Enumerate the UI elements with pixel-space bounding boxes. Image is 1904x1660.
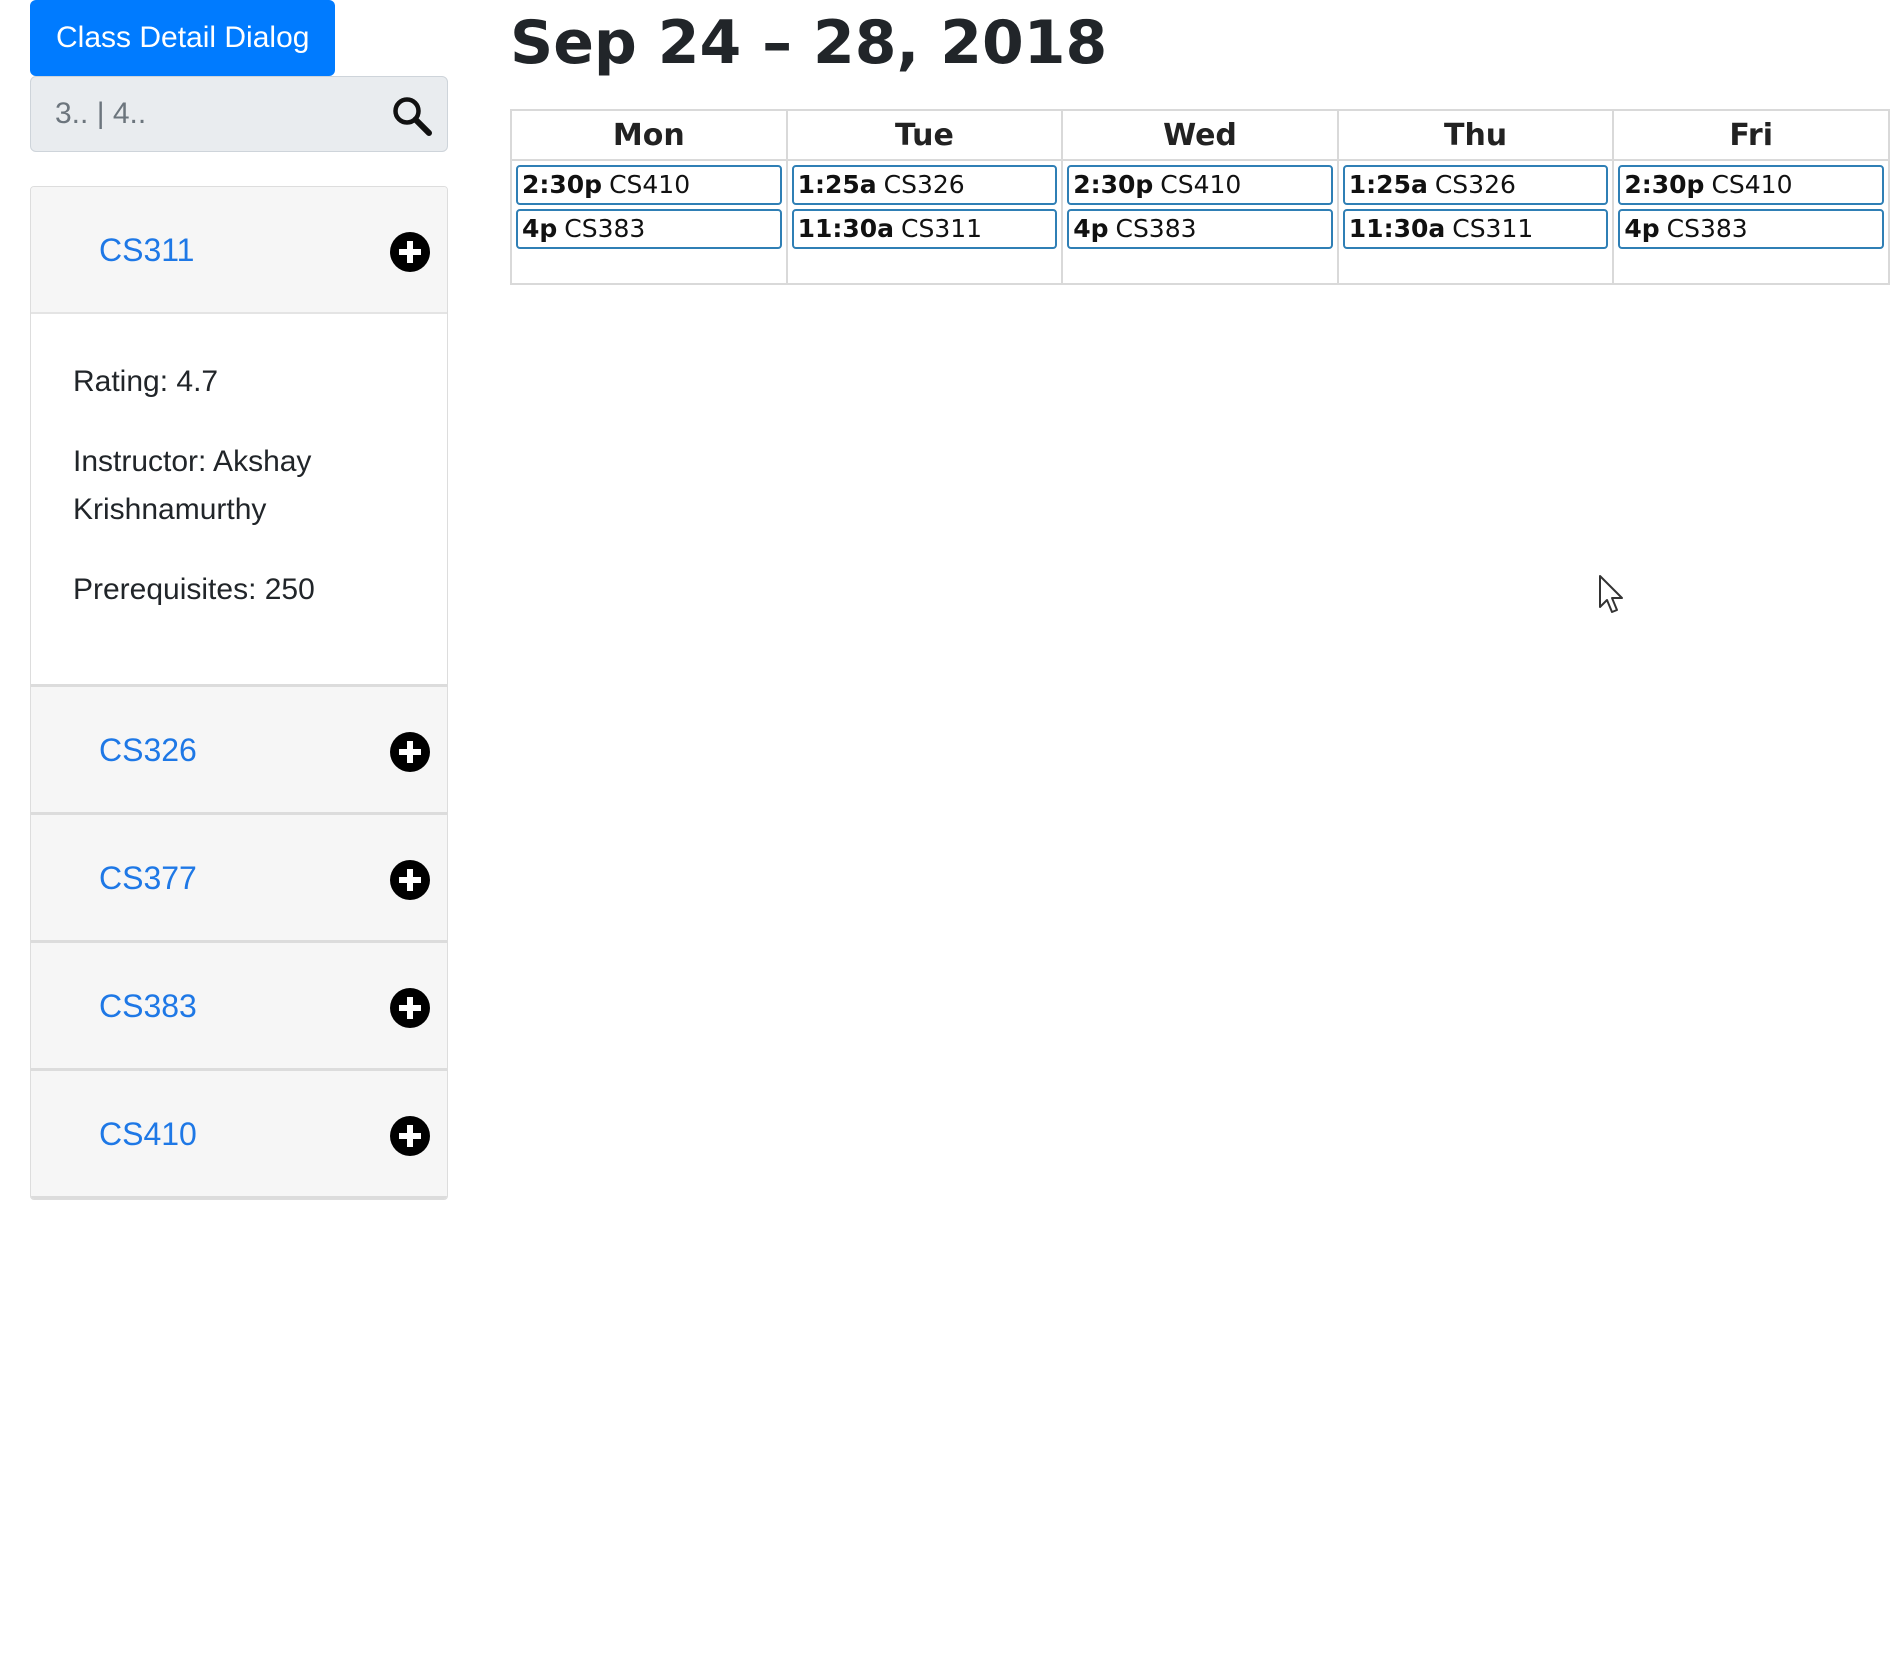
course-header-cs377[interactable]: CS377 (31, 815, 447, 940)
event-course: CS311 (1452, 214, 1534, 243)
event-course: CS326 (1434, 170, 1516, 199)
event-course: CS383 (1115, 214, 1197, 243)
event-course: CS410 (609, 170, 691, 199)
page: Class Detail Dialog CS311 (0, 0, 1904, 1660)
day-cell-tue: 1:25a CS326 11:30a CS311 (785, 159, 1064, 285)
event-time: 11:30a (1348, 214, 1446, 243)
mouse-cursor-icon (1599, 575, 1623, 613)
course-link-cs311[interactable]: CS311 (99, 231, 194, 269)
course-header-cs383[interactable]: CS383 (31, 943, 447, 1068)
event-course: CS326 (883, 170, 965, 199)
plus-circle-icon[interactable] (389, 859, 431, 901)
course-header-cs410[interactable]: CS410 (31, 1071, 447, 1196)
day-header-fri: Fri (1612, 109, 1890, 161)
course-item-cs326: CS326 (31, 687, 447, 815)
search-icon[interactable] (391, 95, 433, 137)
course-instructor: Instructor: Akshay Krishnamurthy (73, 445, 312, 526)
calendar-event[interactable]: 2:30p CS410 (516, 165, 782, 205)
calendar-event[interactable]: 4p CS383 (1618, 209, 1884, 249)
week-calendar: Mon Tue Wed Thu Fri 2:30p CS410 4p CS383 1… (510, 109, 1890, 285)
event-time: 4p (1073, 214, 1109, 243)
plus-circle-icon[interactable] (389, 1115, 431, 1157)
day-cell-mon: 2:30p CS410 4p CS383 (510, 159, 788, 285)
calendar-event[interactable]: 11:30a CS311 (1342, 209, 1609, 249)
calendar-event[interactable]: 4p CS383 (516, 209, 782, 249)
plus-circle-icon[interactable] (389, 987, 431, 1029)
calendar-title: Sep 24 – 28, 2018 (510, 8, 1108, 78)
event-course: CS410 (1711, 170, 1793, 199)
calendar-header-row: Mon Tue Wed Thu Fri (510, 109, 1890, 161)
plus-circle-icon[interactable] (389, 231, 431, 273)
event-course: CS311 (901, 214, 983, 243)
day-cell-thu: 1:25a CS326 11:30a CS311 (1336, 159, 1615, 285)
day-header-wed: Wed (1061, 109, 1339, 161)
calendar-week-row: 2:30p CS410 4p CS383 1:25a CS326 11:30a CS31… (510, 159, 1890, 285)
event-course: CS410 (1160, 170, 1242, 199)
course-link-cs377[interactable]: CS377 (99, 859, 197, 897)
event-time: 11:30a (797, 214, 895, 243)
course-prerequisites: Prerequisites: 250 (73, 573, 315, 606)
calendar-event[interactable]: 1:25a CS326 (1342, 165, 1609, 205)
event-time: 4p (522, 214, 558, 243)
course-item-cs410: CS410 (31, 1071, 447, 1199)
day-cell-fri: 2:30p CS410 4p CS383 (1612, 159, 1890, 285)
plus-circle-icon[interactable] (389, 731, 431, 773)
class-detail-dialog-button[interactable]: Class Detail Dialog (30, 0, 336, 76)
calendar-event[interactable]: 2:30p CS410 (1067, 165, 1333, 205)
event-time: 2:30p (1073, 170, 1154, 199)
day-cell-wed: 2:30p CS410 4p CS383 (1061, 159, 1339, 285)
sidebar: Class Detail Dialog CS311 (30, 0, 448, 1200)
course-accordion: CS311 Rating: 4.7 Instructor: Akshay Kri… (30, 186, 448, 1200)
event-course: CS383 (564, 214, 646, 243)
calendar-event[interactable]: 4p CS383 (1067, 209, 1333, 249)
calendar-event[interactable]: 11:30a CS311 (791, 209, 1058, 249)
calendar-event[interactable]: 2:30p CS410 (1618, 165, 1884, 205)
event-time: 1:25a (1348, 170, 1428, 199)
course-header-cs326[interactable]: CS326 (31, 687, 447, 812)
day-header-mon: Mon (510, 109, 788, 161)
course-link-cs383[interactable]: CS383 (99, 987, 197, 1025)
event-time: 2:30p (522, 170, 603, 199)
day-header-thu: Thu (1336, 109, 1615, 161)
search-input[interactable] (31, 77, 371, 151)
search-box (30, 76, 448, 152)
course-link-cs410[interactable]: CS410 (99, 1115, 197, 1153)
calendar-event[interactable]: 1:25a CS326 (791, 165, 1058, 205)
course-link-cs326[interactable]: CS326 (99, 731, 197, 769)
event-time: 2:30p (1624, 170, 1705, 199)
course-item-cs311: CS311 Rating: 4.7 Instructor: Akshay Kri… (31, 187, 447, 687)
course-item-cs377: CS377 (31, 815, 447, 943)
event-course: CS383 (1666, 214, 1748, 243)
course-rating: Rating: 4.7 (73, 365, 219, 398)
course-header-cs311[interactable]: CS311 (31, 187, 447, 314)
event-time: 4p (1624, 214, 1660, 243)
event-time: 1:25a (797, 170, 877, 199)
day-header-tue: Tue (785, 109, 1064, 161)
course-item-cs383: CS383 (31, 943, 447, 1071)
course-details-cs311: Rating: 4.7 Instructor: Akshay Krishnamu… (31, 314, 447, 684)
